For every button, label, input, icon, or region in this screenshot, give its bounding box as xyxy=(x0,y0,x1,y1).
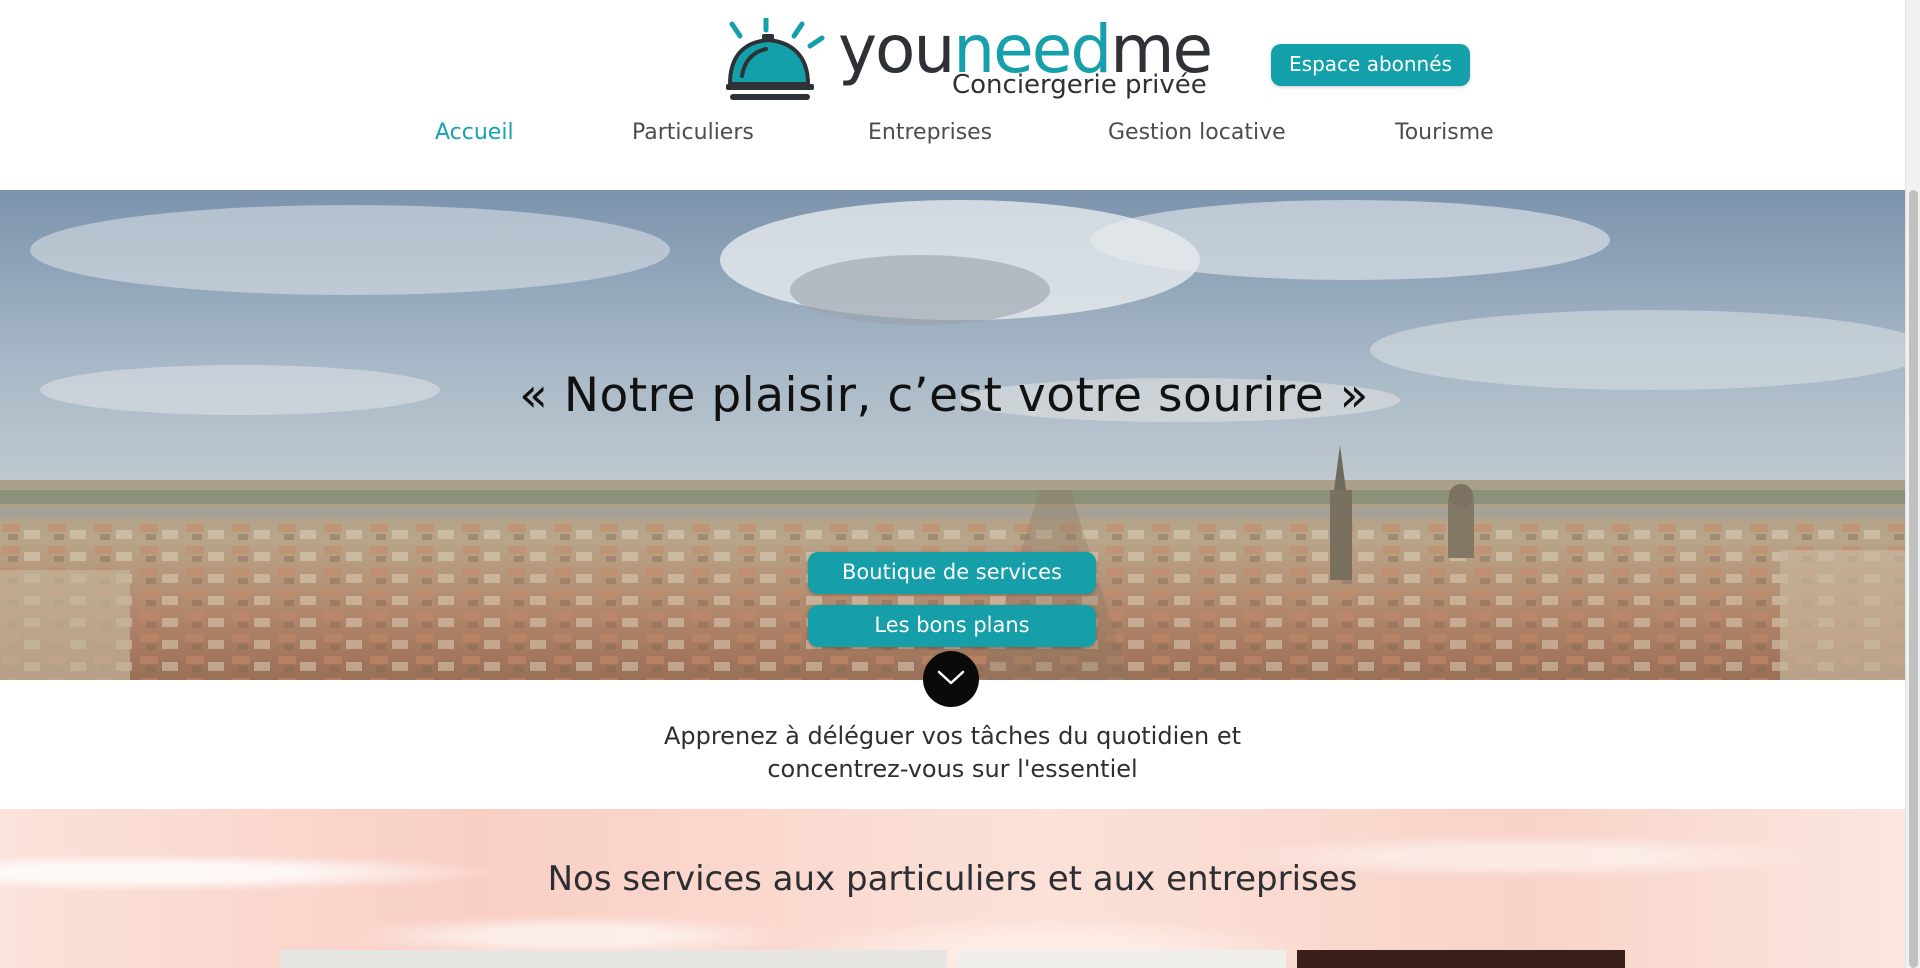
nav-item-accueil[interactable]: Accueil xyxy=(435,120,514,145)
subscribers-area-button[interactable]: Espace abonnés xyxy=(1271,44,1470,86)
services-title: Nos services aux particuliers et aux ent… xyxy=(547,859,1358,899)
scroll-down-button[interactable] xyxy=(923,651,979,707)
good-deals-button[interactable]: Les bons plans xyxy=(808,605,1096,647)
concierge-bell-icon xyxy=(726,18,825,100)
site-header: youneedme Conciergerie privée Espace abo… xyxy=(0,0,1905,190)
nav-item-tourisme[interactable]: Tourisme xyxy=(1395,120,1494,145)
logo-word-you: you xyxy=(838,11,955,88)
service-card-image[interactable] xyxy=(958,950,1286,968)
scrollbar-thumb[interactable] xyxy=(1909,190,1918,968)
page-scrollbar[interactable] xyxy=(1905,0,1920,968)
tagline-line-1: Apprenez à déléguer vos tâches du quotid… xyxy=(663,722,1242,750)
main-nav: Accueil Particuliers Entreprises Gestion… xyxy=(0,120,1905,156)
logo-subtitle: Conciergerie privée xyxy=(952,70,1207,100)
services-shop-button[interactable]: Boutique de services xyxy=(808,552,1096,594)
tagline: Apprenez à déléguer vos tâches du quotid… xyxy=(0,720,1905,786)
nav-item-entreprises[interactable]: Entreprises xyxy=(868,120,992,145)
service-card-image[interactable] xyxy=(280,950,947,968)
nav-item-gestion-locative[interactable]: Gestion locative xyxy=(1108,120,1286,145)
services-section: Nos services aux particuliers et aux ent… xyxy=(0,809,1905,968)
tagline-line-2: concentrez-vous sur l'essentiel xyxy=(767,755,1138,783)
youneedme-logo[interactable]: youneedme Conciergerie privée xyxy=(722,11,1213,104)
chevron-down-icon xyxy=(937,670,965,685)
hero-quote: « Notre plaisir, c’est votre sourire » xyxy=(519,368,1369,423)
nav-item-particuliers[interactable]: Particuliers xyxy=(632,120,754,145)
service-card-image[interactable] xyxy=(1297,950,1625,968)
hero-banner: « Notre plaisir, c’est votre sourire » B… xyxy=(0,190,1905,680)
